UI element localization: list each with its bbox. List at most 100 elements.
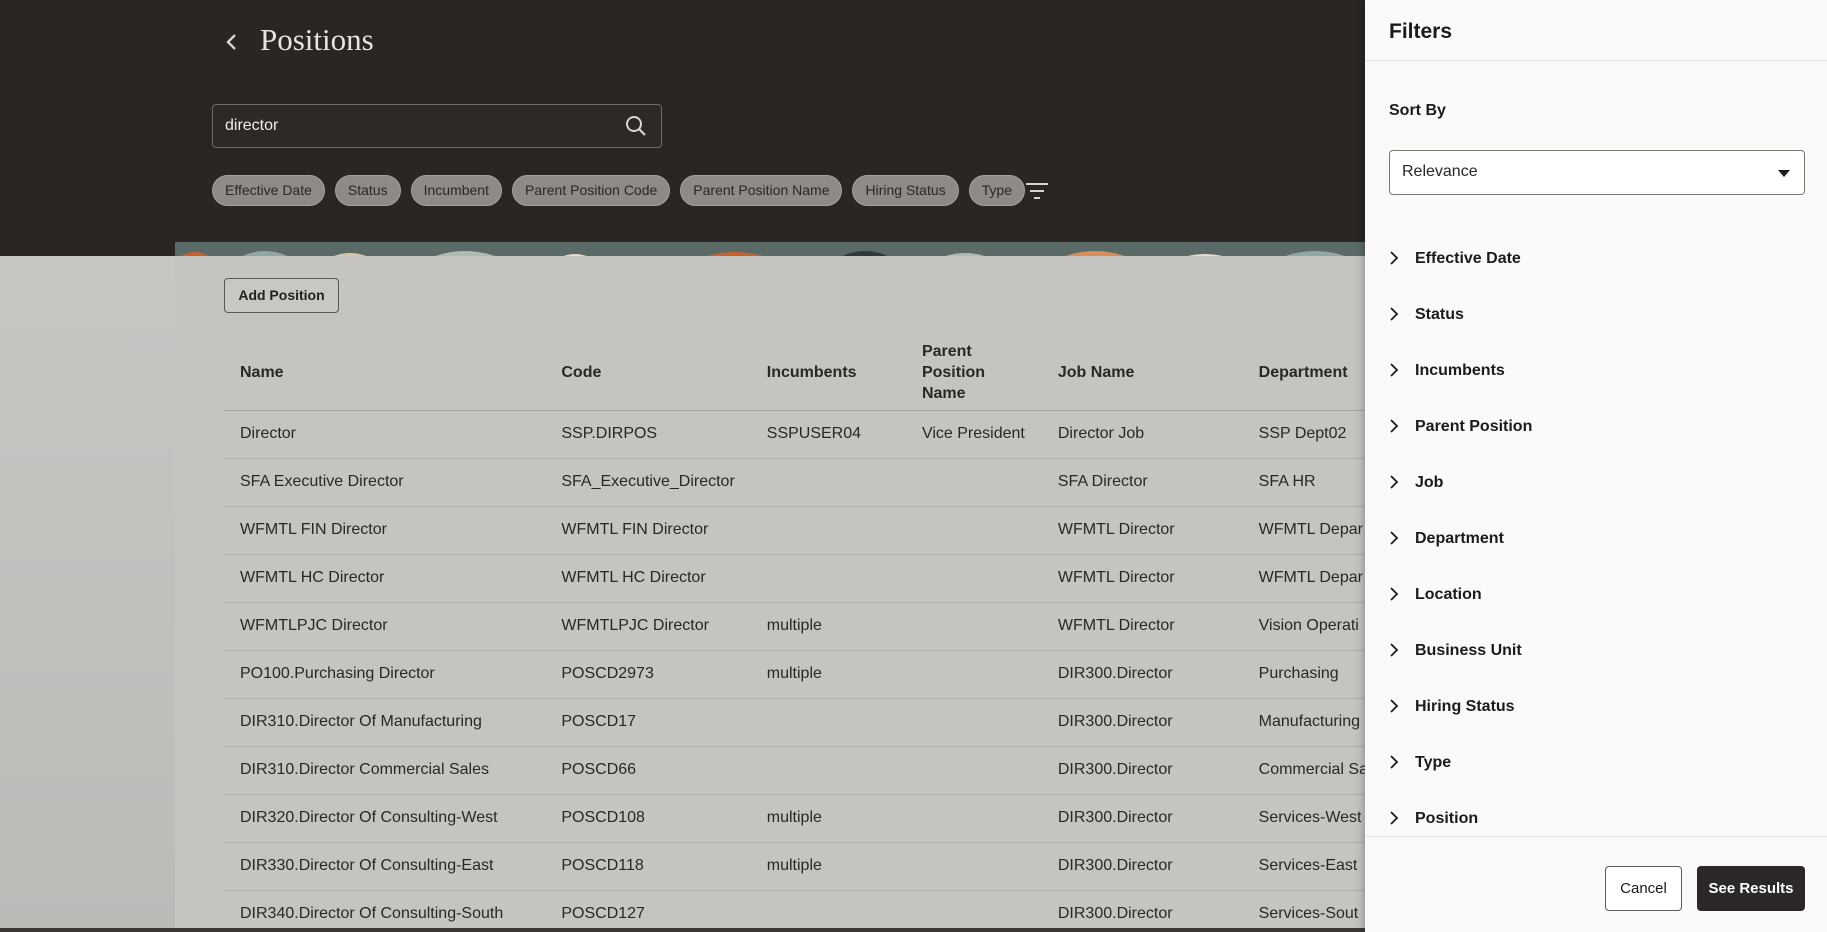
table-cell: WFMTLPJC Director: [545, 602, 751, 651]
col-department[interactable]: Department: [1242, 336, 1384, 411]
table-cell: POSCD66: [545, 746, 751, 795]
chevron-right-icon: [1389, 810, 1415, 828]
chip-incumbent[interactable]: Incumbent: [410, 175, 502, 206]
table-cell: WFMTL Director: [1041, 506, 1243, 555]
facet-label: Hiring Status: [1415, 698, 1515, 715]
back-icon[interactable]: [222, 28, 242, 56]
table-cell: [905, 554, 1042, 603]
chip-effective-date[interactable]: Effective Date: [212, 175, 325, 206]
table-cell: multiple: [750, 602, 906, 651]
sort-by-value: Relevance: [1402, 163, 1478, 180]
table-row[interactable]: WFMTL HC Director WFMTL HC Director WFMTL …: [224, 554, 1384, 603]
background-texture: [0, 256, 176, 932]
col-code[interactable]: Code: [545, 336, 751, 411]
chevron-right-icon: [1389, 586, 1415, 604]
table-cell: POSCD2973: [545, 650, 751, 699]
table-cell: POSCD17: [545, 698, 751, 747]
table-cell: Director: [224, 410, 546, 459]
table-cell: DIR310.Director Commercial Sales: [224, 746, 546, 795]
table-cell: WFMTLPJC Director: [224, 602, 546, 651]
chip-parent-position-name[interactable]: Parent Position Name: [680, 175, 843, 206]
table-cell: Director Job: [1041, 410, 1243, 459]
facet-business-unit[interactable]: Business Unit: [1389, 623, 1805, 679]
col-parent-position-name-label: Parent Position Name: [921, 343, 986, 403]
table-header-row: Name Code Incumbents Parent Position Nam…: [224, 336, 1384, 411]
table-cell: DIR300.Director: [1041, 794, 1243, 843]
table-row[interactable]: DIR310.Director Of Manufacturing POSCD17 D…: [224, 698, 1384, 747]
filter-icon[interactable]: [1024, 180, 1050, 202]
table-cell: POSCD127: [545, 890, 751, 932]
table-cell: Services-East: [1242, 842, 1384, 891]
bottom-bar: [0, 928, 1365, 932]
filter-chips: Effective Date Status Incumbent Parent P…: [212, 175, 1025, 207]
table-cell: WFMTL Depar: [1242, 506, 1384, 555]
facet-label: Effective Date: [1415, 250, 1521, 267]
facet-status[interactable]: Status: [1389, 287, 1805, 343]
table-cell: SFA Director: [1041, 458, 1243, 507]
table-cell: multiple: [750, 794, 906, 843]
facet-type[interactable]: Type: [1389, 735, 1805, 791]
table-row[interactable]: DIR340.Director Of Consulting-South POSCD…: [224, 890, 1384, 932]
table-cell: SFA Executive Director: [224, 458, 546, 507]
facet-incumbents[interactable]: Incumbents: [1389, 343, 1805, 399]
see-results-button[interactable]: See Results: [1697, 866, 1805, 911]
table-row[interactable]: PO100.Purchasing Director POSCD2973 multip…: [224, 650, 1384, 699]
table-cell: [905, 890, 1042, 932]
table-row[interactable]: DIR330.Director Of Consulting-East POSCD1…: [224, 842, 1384, 891]
facet-parent-position[interactable]: Parent Position: [1389, 399, 1805, 455]
table-cell: SSP Dept02: [1242, 410, 1384, 459]
chevron-right-icon: [1389, 250, 1415, 268]
sort-by-select[interactable]: Relevance: [1389, 150, 1805, 195]
table-row[interactable]: DIR320.Director Of Consulting-West POSCD1…: [224, 794, 1384, 843]
table-cell: Purchasing: [1242, 650, 1384, 699]
table-cell: SSPUSER04: [750, 410, 906, 459]
facet-location[interactable]: Location: [1389, 567, 1805, 623]
search-input[interactable]: [225, 105, 605, 147]
chevron-right-icon: [1389, 474, 1415, 492]
facet-hiring-status[interactable]: Hiring Status: [1389, 679, 1805, 735]
table-cell: DIR300.Director: [1041, 698, 1243, 747]
table-row[interactable]: DIR310.Director Commercial Sales POSCD66 D…: [224, 746, 1384, 795]
table-cell: DIR300.Director: [1041, 842, 1243, 891]
cancel-button[interactable]: Cancel: [1605, 866, 1682, 911]
positions-table: Name Code Incumbents Parent Position Nam…: [224, 336, 1384, 932]
chip-status[interactable]: Status: [334, 175, 401, 206]
table-cell: [905, 842, 1042, 891]
facet-label: Type: [1415, 754, 1452, 771]
table-row[interactable]: WFMTLPJC Director WFMTLPJC Director multip…: [224, 602, 1384, 651]
chip-hiring-status[interactable]: Hiring Status: [852, 175, 959, 206]
facet-label: Business Unit: [1415, 642, 1522, 659]
table-row[interactable]: SFA Executive Director SFA_Executive_Dire…: [224, 458, 1384, 507]
table-cell: [750, 506, 906, 555]
table-cell: multiple: [750, 842, 906, 891]
facet-job[interactable]: Job: [1389, 455, 1805, 511]
chip-parent-position-code[interactable]: Parent Position Code: [511, 175, 671, 206]
table-cell: DIR340.Director Of Consulting-South: [224, 890, 546, 932]
table-cell: [750, 746, 906, 795]
add-position-button[interactable]: Add Position: [224, 278, 339, 313]
facet-list: Effective Date Status Incumbents Parent Pos…: [1389, 231, 1805, 847]
facet-effective-date[interactable]: Effective Date: [1389, 231, 1805, 287]
chevron-right-icon: [1389, 642, 1415, 660]
search-box[interactable]: [212, 104, 662, 148]
table-cell: DIR330.Director Of Consulting-East: [224, 842, 546, 891]
positions-card: Add Position Name Code Incumbents Parent…: [175, 256, 1384, 932]
col-job-name[interactable]: Job Name: [1041, 336, 1243, 411]
chevron-right-icon: [1389, 306, 1415, 324]
table-cell: Manufacturing: [1242, 698, 1384, 747]
col-parent-position-name[interactable]: Parent Position Name: [905, 336, 1042, 411]
table-cell: WFMTL Director: [1041, 602, 1243, 651]
col-incumbents[interactable]: Incumbents: [750, 336, 906, 411]
table-cell: [905, 458, 1042, 507]
table-cell: SSP.DIRPOS: [545, 410, 751, 459]
facet-label: Parent Position: [1415, 418, 1533, 435]
sort-by-label: Sort By: [1389, 102, 1446, 119]
facet-label: Status: [1415, 306, 1464, 323]
chip-type[interactable]: Type: [968, 175, 1025, 206]
table-row[interactable]: WFMTL FIN Director WFMTL FIN Director WFMT…: [224, 506, 1384, 555]
col-name[interactable]: Name: [224, 336, 546, 411]
search-icon[interactable]: [625, 115, 647, 137]
chevron-right-icon: [1389, 530, 1415, 548]
table-row[interactable]: Director SSP.DIRPOS SSPUSER04 Vice Presiden…: [224, 410, 1384, 459]
facet-department[interactable]: Department: [1389, 511, 1805, 567]
